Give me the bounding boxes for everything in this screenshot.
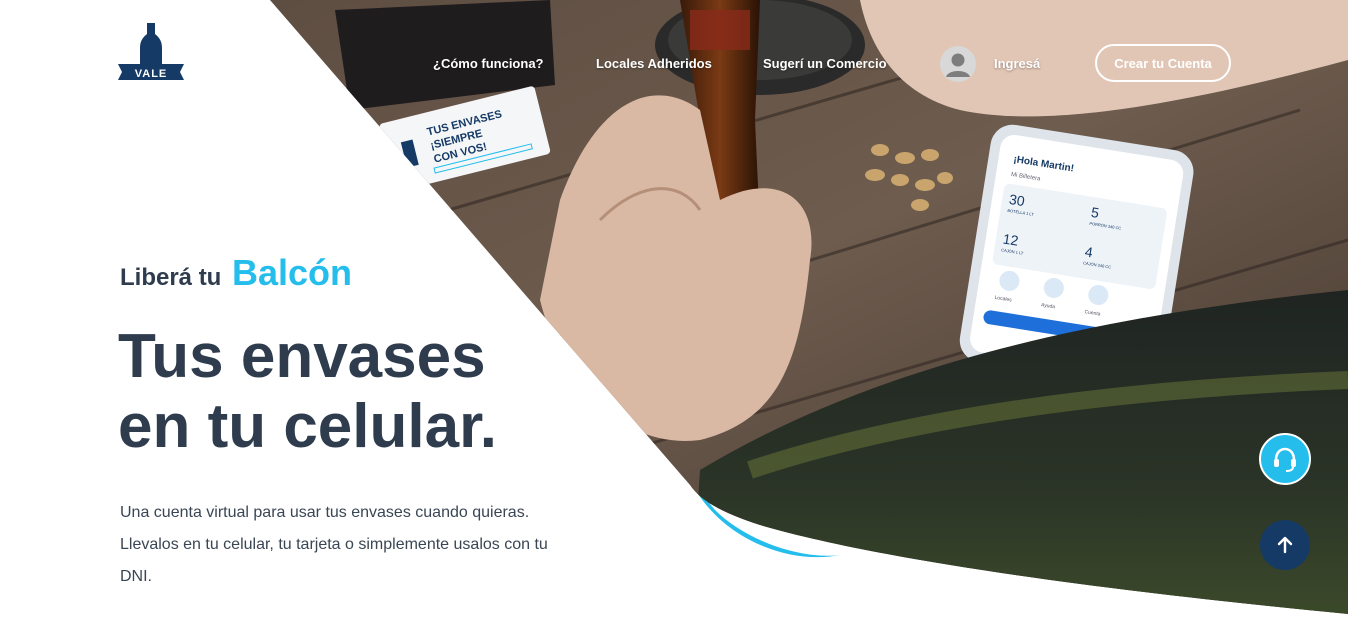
- headset-icon: [1274, 447, 1296, 472]
- eyebrow-prefix: Liberá tu: [120, 264, 222, 291]
- headline-line-1: Tus envases: [118, 322, 486, 391]
- login-link[interactable]: Ingresá: [994, 56, 1040, 71]
- signup-button[interactable]: Crear tu Cuenta: [1095, 44, 1231, 82]
- hero-headline: Tus envases en tu celular.: [118, 322, 497, 462]
- hero-eyebrow: Liberá tu Balcón: [120, 252, 352, 294]
- phone-stat-1: 30: [1008, 191, 1026, 209]
- nav-locales-adheridos[interactable]: Locales Adheridos: [596, 56, 712, 71]
- support-button[interactable]: [1259, 433, 1311, 485]
- main-nav: ¿Cómo funciona? Locales Adheridos Sugerí…: [0, 0, 1348, 130]
- scroll-top-button[interactable]: [1260, 520, 1310, 570]
- eyebrow-accent: Balcón: [232, 252, 353, 293]
- arrow-up-icon: [1277, 536, 1293, 554]
- hero-description: Una cuenta virtual para usar tus envases…: [120, 504, 548, 585]
- headline-line-2: en tu celular.: [118, 392, 498, 461]
- phone-stat-3: 12: [1002, 230, 1020, 248]
- nav-como-funciona[interactable]: ¿Cómo funciona?: [433, 56, 544, 71]
- nav-sugeri-comercio[interactable]: Sugerí un Comercio: [763, 56, 887, 71]
- user-icon[interactable]: [940, 46, 976, 82]
